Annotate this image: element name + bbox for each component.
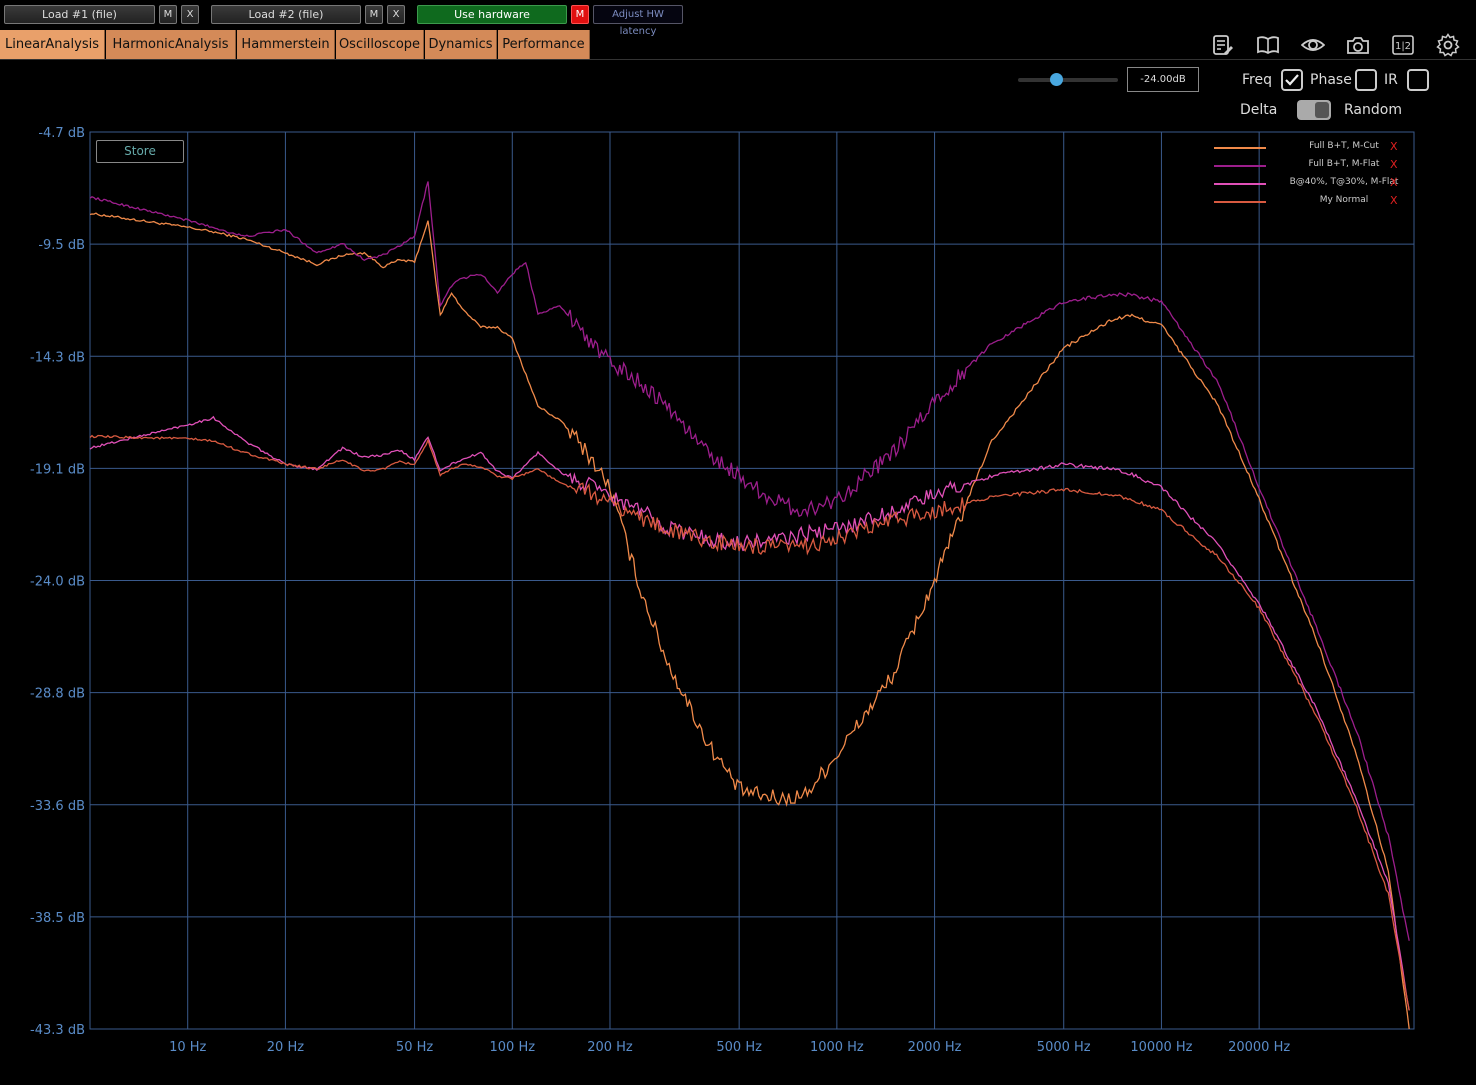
close-1-button[interactable]: X	[181, 5, 199, 24]
top-toolbar: Load #1 (file) M X Load #2 (file) M X Us…	[0, 0, 1476, 37]
delta-random-toggle[interactable]	[1297, 100, 1331, 120]
hardware-mute-button[interactable]: M	[571, 5, 589, 24]
load-file-2-button[interactable]: Load #2 (file)	[211, 5, 361, 24]
legend-swatch	[1214, 183, 1266, 185]
notes-icon[interactable]	[1210, 33, 1234, 57]
remove-series-button[interactable]: X	[1390, 140, 1398, 153]
level-value-field[interactable]: -24.00dB	[1127, 67, 1199, 92]
legend-entry: Full B+T, M-Flat X	[1214, 158, 1404, 173]
close-2-button[interactable]: X	[387, 5, 405, 24]
legend-swatch	[1214, 147, 1266, 149]
freq-checkbox[interactable]	[1281, 69, 1303, 91]
level-slider-track[interactable]	[1018, 78, 1118, 82]
mute-1-button[interactable]: M	[159, 5, 177, 24]
legend-entry: B@40%, T@30%, M-Flat X	[1214, 176, 1404, 191]
analysis-tabs: LinearAnalysis HarmonicAnalysis Hammerst…	[0, 30, 1476, 59]
legend-entry: My Normal X	[1214, 194, 1404, 209]
split-1-2-icon[interactable]: 1|2	[1391, 33, 1415, 57]
remove-series-button[interactable]: X	[1390, 176, 1398, 189]
book-icon[interactable]	[1256, 33, 1280, 57]
use-hardware-button[interactable]: Use hardware	[417, 5, 567, 24]
remove-series-button[interactable]: X	[1390, 158, 1398, 171]
ir-checkbox[interactable]	[1407, 69, 1429, 91]
legend-label: B@40%, T@30%, M-Flat	[1289, 177, 1399, 187]
freq-label: Freq	[1242, 72, 1272, 88]
remove-series-button[interactable]: X	[1390, 194, 1398, 207]
legend-label: My Normal	[1319, 195, 1369, 205]
level-slider-knob[interactable]	[1050, 73, 1063, 86]
plot-area	[0, 59, 1476, 1085]
split-icon-text: 1|2	[1395, 41, 1411, 52]
tab-linear-analysis[interactable]: LinearAnalysis	[0, 30, 105, 59]
tab-hammerstein[interactable]: Hammerstein	[237, 30, 335, 59]
eye-icon[interactable]	[1300, 33, 1326, 57]
legend-swatch	[1214, 165, 1266, 167]
tab-oscilloscope[interactable]: Oscilloscope	[336, 30, 424, 59]
legend-label: Full B+T, M-Flat	[1308, 159, 1380, 169]
tab-performance[interactable]: Performance	[498, 30, 590, 59]
adjust-latency-button[interactable]: Adjust HW latency	[593, 5, 683, 37]
tab-dynamics[interactable]: Dynamics	[425, 30, 497, 59]
legend-label: Full B+T, M-Cut	[1309, 141, 1379, 151]
load-file-1-button[interactable]: Load #1 (file)	[4, 5, 155, 24]
check-icon	[1285, 74, 1299, 86]
legend-entry: Full B+T, M-Cut X	[1214, 140, 1404, 155]
delta-label: Delta	[1240, 102, 1278, 118]
gear-icon[interactable]	[1436, 33, 1460, 57]
tab-harmonic-analysis[interactable]: HarmonicAnalysis	[106, 30, 236, 59]
camera-icon[interactable]	[1346, 33, 1370, 57]
legend-swatch	[1214, 201, 1266, 203]
phase-label: Phase	[1310, 72, 1352, 88]
mute-2-button[interactable]: M	[365, 5, 383, 24]
ir-label: IR	[1384, 72, 1398, 88]
store-button[interactable]: Store	[96, 140, 184, 163]
random-label: Random	[1344, 102, 1402, 118]
phase-checkbox[interactable]	[1355, 69, 1377, 91]
